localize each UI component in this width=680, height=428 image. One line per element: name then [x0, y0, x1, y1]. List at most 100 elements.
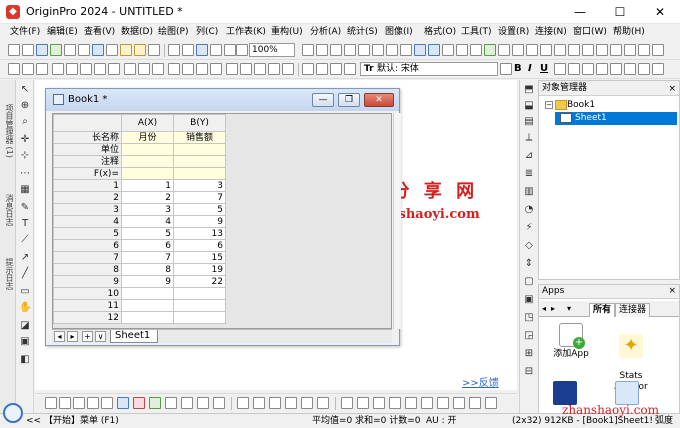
- apps-close-button[interactable]: ×: [668, 285, 676, 298]
- meta-cell[interactable]: [121, 143, 174, 156]
- print-icon[interactable]: [302, 44, 314, 56]
- new-workbook-icon[interactable]: [36, 44, 48, 56]
- insert-graph-icon[interactable]: ◪: [19, 320, 31, 332]
- plot-bar-icon[interactable]: [610, 44, 622, 56]
- line-width-icon[interactable]: [421, 397, 433, 409]
- underline-button[interactable]: U: [540, 63, 548, 75]
- row-number[interactable]: 9: [53, 275, 122, 288]
- code-builder-icon[interactable]: [358, 44, 370, 56]
- vertical-scrollbar[interactable]: [393, 113, 401, 329]
- data-cell[interactable]: 7: [173, 191, 226, 204]
- plot-pie-icon[interactable]: [638, 44, 650, 56]
- workbook-minimize-button[interactable]: —: [312, 93, 334, 107]
- column-header[interactable]: A(X): [121, 114, 174, 132]
- line-style-icon[interactable]: [405, 397, 417, 409]
- status-autoupdate[interactable]: AU : 开: [426, 414, 457, 428]
- row-number[interactable]: 12: [53, 311, 122, 324]
- tree-item-sheet1[interactable]: Sheet1: [555, 112, 677, 125]
- menu-tools[interactable]: 工具(T): [461, 26, 492, 39]
- learning-center-icon[interactable]: [484, 44, 496, 56]
- app-icon[interactable]: [615, 381, 639, 405]
- row-label[interactable]: 长名称: [53, 131, 122, 144]
- plot-line-icon[interactable]: [554, 44, 566, 56]
- plot-column-icon[interactable]: [596, 44, 608, 56]
- italic-button[interactable]: I: [528, 63, 532, 75]
- status-nav-arrows[interactable]: <<: [26, 414, 41, 428]
- plot-column-icon[interactable]: [117, 397, 129, 409]
- row-label[interactable]: F(x)=: [53, 167, 122, 180]
- data-cell[interactable]: [173, 287, 226, 300]
- tab-hint-log[interactable]: 提示日志: [2, 244, 14, 304]
- layer-down-icon[interactable]: ⬓: [523, 100, 535, 112]
- tree-item-book1[interactable]: − Book1: [543, 99, 595, 111]
- data-reader-icon[interactable]: ⊹: [19, 150, 31, 162]
- zoom-icon[interactable]: ⌕: [19, 116, 31, 128]
- plot-box-icon[interactable]: [181, 397, 193, 409]
- meta-cell[interactable]: [173, 155, 226, 168]
- plot-step-icon[interactable]: [101, 397, 113, 409]
- draw-arrow-icon[interactable]: ↗: [19, 252, 31, 264]
- layer-fit-icon[interactable]: [210, 63, 222, 75]
- corner-cell[interactable]: [53, 114, 122, 132]
- data-cell[interactable]: 5: [121, 227, 174, 240]
- menu-statistics[interactable]: 统计(S): [347, 26, 378, 39]
- app-icon[interactable]: [553, 381, 577, 405]
- row-number[interactable]: 11: [53, 299, 122, 312]
- unmask-icon[interactable]: [240, 63, 252, 75]
- copy-page-icon[interactable]: [316, 44, 328, 56]
- menu-image[interactable]: 图像(I): [385, 26, 413, 39]
- sort-icon[interactable]: [540, 44, 552, 56]
- plot-stack-icon[interactable]: [133, 397, 145, 409]
- apps-nav-left-icon[interactable]: ◂: [542, 304, 546, 313]
- import-wizard-icon[interactable]: [182, 44, 194, 56]
- speed-mode-icon[interactable]: ⚡: [523, 222, 535, 234]
- timestamp-icon[interactable]: ◔: [523, 204, 535, 216]
- plot-contour-icon[interactable]: [269, 397, 281, 409]
- draw-line-icon[interactable]: ╱: [19, 268, 31, 280]
- next-sheet-button[interactable]: ▸: [67, 331, 78, 342]
- new-graph-icon[interactable]: [50, 44, 62, 56]
- duplicate-icon[interactable]: [344, 44, 356, 56]
- menu-connect[interactable]: 连接(N): [535, 26, 567, 39]
- plot-3d-bar-icon[interactable]: [253, 397, 265, 409]
- meta-cell[interactable]: [173, 167, 226, 180]
- data-cell[interactable]: 8: [121, 263, 174, 276]
- row-number[interactable]: 8: [53, 263, 122, 276]
- superscript-icon[interactable]: [554, 63, 566, 75]
- collapse-icon[interactable]: −: [545, 101, 553, 109]
- symbol-size-icon[interactable]: [389, 397, 401, 409]
- script-icon[interactable]: [386, 44, 398, 56]
- new-notes-icon[interactable]: [78, 44, 90, 56]
- data-cell[interactable]: 6: [121, 239, 174, 252]
- set-column-icon[interactable]: [526, 44, 538, 56]
- arrange-icon[interactable]: [152, 63, 164, 75]
- region-icon[interactable]: ▦: [19, 184, 31, 196]
- data-cell[interactable]: 22: [173, 275, 226, 288]
- smart-hint-icon[interactable]: [456, 44, 468, 56]
- line-tool-icon[interactable]: ⟋: [19, 234, 31, 246]
- scale-out-icon[interactable]: [66, 63, 78, 75]
- layer-swap-icon[interactable]: [196, 63, 208, 75]
- search-icon[interactable]: [3, 403, 23, 423]
- meta-cell[interactable]: [121, 167, 174, 180]
- tab-all[interactable]: 所有: [589, 303, 616, 317]
- extract-icon[interactable]: [94, 63, 106, 75]
- font-select[interactable]: Tr 默认: 宋体: [360, 62, 498, 76]
- redo-icon[interactable]: [22, 63, 34, 75]
- object-manager-close-button[interactable]: ×: [668, 82, 676, 96]
- statistics-icon[interactable]: [512, 44, 524, 56]
- new-function-icon[interactable]: [106, 44, 118, 56]
- object-manager-icon[interactable]: [428, 44, 440, 56]
- import-icon[interactable]: [168, 44, 180, 56]
- workbook-window[interactable]: Book1 * — ❐ ✕ A(X) B(Y) 长名称 月份 销售额 单位 注释 F…: [45, 88, 401, 346]
- row-number[interactable]: 2: [53, 191, 122, 204]
- data-cell[interactable]: 19: [173, 263, 226, 276]
- plot-scatter-icon[interactable]: [59, 397, 71, 409]
- antialias-icon[interactable]: ◇: [523, 240, 535, 252]
- row-number[interactable]: 7: [53, 251, 122, 264]
- copy-icon[interactable]: [316, 63, 328, 75]
- data-cell[interactable]: 3: [173, 179, 226, 192]
- new-layout-icon[interactable]: [92, 44, 104, 56]
- open-icon[interactable]: [120, 44, 132, 56]
- legend-icon[interactable]: ≣: [523, 168, 535, 180]
